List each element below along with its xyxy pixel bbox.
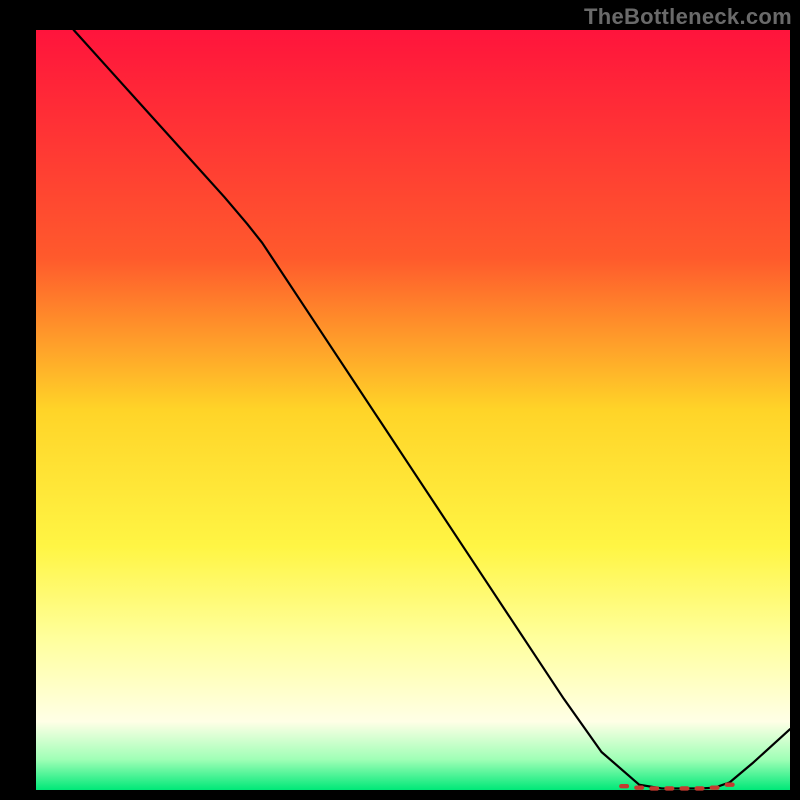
marker-dot <box>619 784 629 788</box>
marker-dot <box>634 786 644 790</box>
marker-dot <box>664 786 674 790</box>
chart-container: TheBottleneck.com <box>0 0 800 800</box>
marker-dot <box>695 786 705 790</box>
marker-dot <box>649 786 659 790</box>
gradient-background <box>36 30 790 790</box>
marker-dot <box>710 786 720 790</box>
watermark-text: TheBottleneck.com <box>584 4 792 30</box>
marker-dot <box>725 782 735 786</box>
chart-svg <box>0 0 800 800</box>
marker-dot <box>679 786 689 790</box>
